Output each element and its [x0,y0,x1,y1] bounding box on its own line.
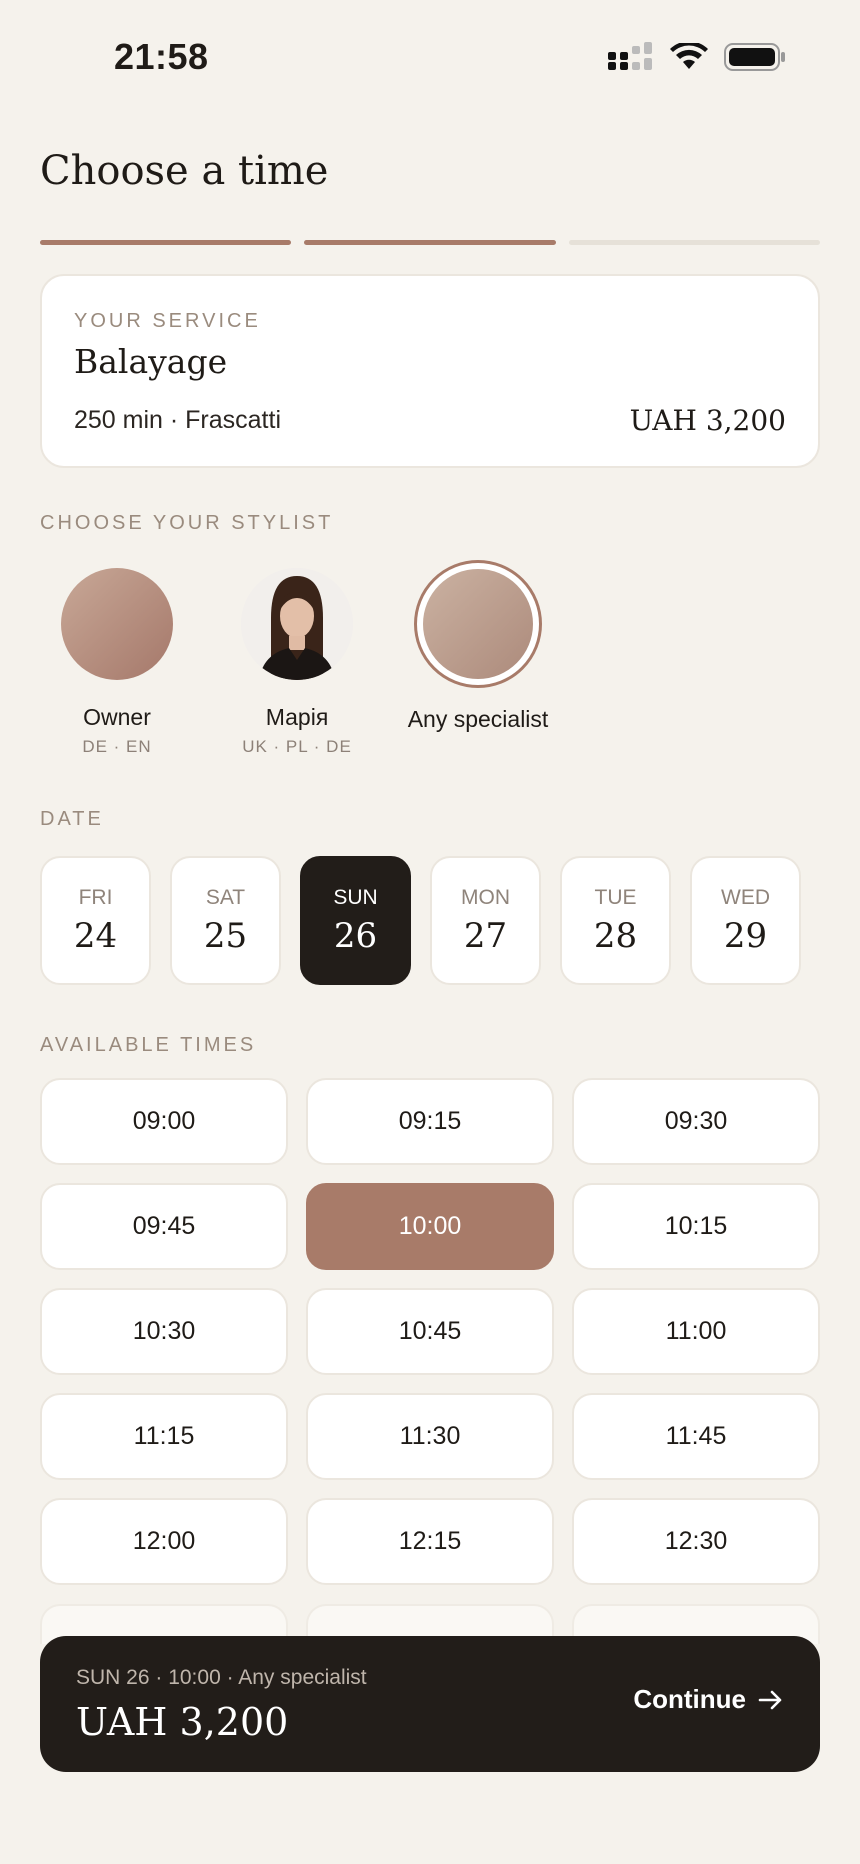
progress-step-1 [40,240,292,245]
date-selector: FRI 24 SAT 25 SUN 26 MON 27 TUE 28 WED 2… [40,856,801,985]
avatar [61,568,173,680]
time-slot[interactable]: 09:30 [572,1078,820,1165]
time-slot[interactable]: 12:00 [40,1498,288,1585]
battery-icon [724,43,785,71]
booking-total-price: UAH 3,200 [76,1700,289,1744]
date-fri-24[interactable]: FRI 24 [40,856,151,985]
date-wed-29[interactable]: WED 29 [690,856,801,985]
time-slot-grid: 09:00 09:15 09:30 09:45 10:00 10:15 10:3… [40,1078,820,1585]
time-slot-selected[interactable]: 10:00 [306,1183,554,1270]
time-slot[interactable]: 09:15 [306,1078,554,1165]
stylist-languages: DE · EN [82,737,152,756]
avatar-selected [414,560,542,688]
progress-step-2 [304,240,556,245]
day-number: 29 [723,916,768,956]
day-of-week: WED [721,886,770,909]
stylist-languages: UK · PL · DE [242,737,352,756]
avatar [423,569,533,679]
step-progress [40,240,820,245]
time-slot[interactable]: 11:00 [572,1288,820,1375]
day-of-week: FRI [78,886,113,909]
time-slot[interactable]: 10:30 [40,1288,288,1375]
progress-step-3 [568,240,820,245]
date-sat-25[interactable]: SAT 25 [170,856,281,985]
continue-button[interactable]: Continue [633,1684,784,1715]
date-sun-26-selected[interactable]: SUN 26 [300,856,411,985]
page-title: Choose a time [40,148,329,194]
service-name: Balayage [74,342,228,381]
service-price: UAH 3,200 [629,404,786,437]
stylist-name: Owner [83,704,151,730]
service-card: YOUR SERVICE Balayage 250 min · Frascatt… [40,274,820,468]
time-slot[interactable]: 09:00 [40,1078,288,1165]
service-meta: 250 min · Frascatti [74,406,282,434]
booking-summary-line: SUN 26 · 10:00 · Any specialist [76,1666,367,1689]
continue-label: Continue [633,1684,746,1714]
date-tue-28[interactable]: TUE 28 [560,856,671,985]
day-number: 25 [203,916,248,956]
time-slot[interactable]: 12:15 [306,1498,554,1585]
time-slot[interactable]: 12:30 [572,1498,820,1585]
day-of-week: SUN [333,886,378,909]
wifi-icon [670,43,708,69]
day-number: 26 [333,916,378,956]
stylist-section-label: CHOOSE YOUR STYLIST [40,512,334,534]
time-slot[interactable]: 10:15 [572,1183,820,1270]
stylist-name: Any specialist [407,706,549,732]
time-slot[interactable]: 10:45 [306,1288,554,1375]
day-of-week: MON [461,886,510,909]
stylist-name: Марія [265,704,329,730]
day-number: 27 [463,916,508,956]
time-slot[interactable]: 11:15 [40,1393,288,1480]
day-number: 24 [73,916,118,956]
time-slot[interactable]: 11:30 [306,1393,554,1480]
stylist-any-specialist[interactable]: Any specialist [397,560,559,733]
service-label: YOUR SERVICE [74,310,261,332]
day-of-week: TUE [594,886,637,909]
time-slot[interactable]: 09:45 [40,1183,288,1270]
status-bar: 21:58 [0,0,860,110]
avatar-photo [241,568,353,680]
status-time: 21:58 [114,36,209,77]
times-section-label: AVAILABLE TIMES [40,1034,257,1056]
date-mon-27[interactable]: MON 27 [430,856,541,985]
stylist-owner[interactable]: Owner DE · EN [37,560,197,757]
arrow-right-icon [758,1690,782,1709]
day-of-week: SAT [205,886,246,909]
day-number: 28 [593,916,638,956]
time-slot[interactable]: 11:45 [572,1393,820,1480]
portrait-image [241,568,353,680]
stylist-maria[interactable]: Марія UK · PL · DE [217,560,377,757]
status-icons [608,42,786,72]
cellular-signal-icon [608,42,652,70]
date-section-label: DATE [40,808,104,830]
booking-summary-bar: SUN 26 · 10:00 · Any specialist UAH 3,20… [40,1636,820,1772]
